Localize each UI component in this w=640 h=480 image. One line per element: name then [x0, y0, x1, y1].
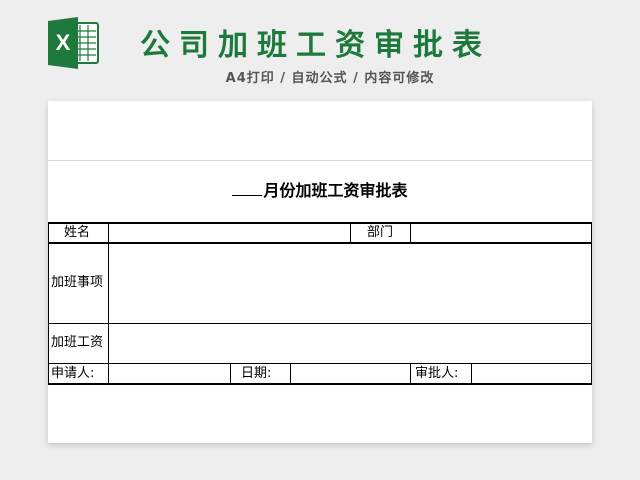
banner-subtitle: A4打印 / 自动公式 / 内容可修改 [225, 71, 435, 86]
dept-label: 部门 [367, 225, 394, 240]
form-title: 月份加班工资审批表 [48, 179, 592, 203]
approver-value-cell[interactable] [472, 364, 591, 383]
approver-label: 审批人: [415, 366, 459, 381]
table-border-left [48, 222, 49, 385]
date-label-left-divider [230, 364, 231, 385]
overtime-matters-cell[interactable] [109, 244, 591, 323]
name-label: 姓名 [64, 225, 91, 240]
date-label: 日期: [241, 366, 272, 381]
dept-value-cell[interactable] [411, 224, 591, 242]
applicant-label: 申请人: [51, 366, 95, 381]
month-blank[interactable] [232, 183, 263, 196]
banner-title: 公司加班工资审批表 [140, 28, 491, 63]
applicant-value-cell[interactable] [109, 364, 230, 383]
table-border-right [591, 222, 592, 385]
dept-label-left-divider [350, 222, 351, 243]
date-value-cell[interactable] [291, 364, 410, 383]
spreadsheet-page: 月份加班工资审批表 姓名 部门 加班事项 加班工资 申请人: 日期: 审批人: [48, 101, 592, 443]
overtime-pay-cell[interactable] [109, 324, 591, 363]
excel-logo-icon: X [48, 17, 99, 69]
approver-label-left-divider [410, 364, 411, 385]
table-border-bottom [48, 383, 592, 385]
excel-logo-letter: X [56, 30, 71, 55]
page-header-divider [48, 160, 592, 161]
form-title-text: 月份加班工资审批表 [263, 181, 408, 200]
name-value-cell[interactable] [109, 224, 350, 242]
overtime-matters-label: 加班事项 [51, 275, 104, 290]
overtime-pay-label: 加班工资 [51, 335, 104, 350]
